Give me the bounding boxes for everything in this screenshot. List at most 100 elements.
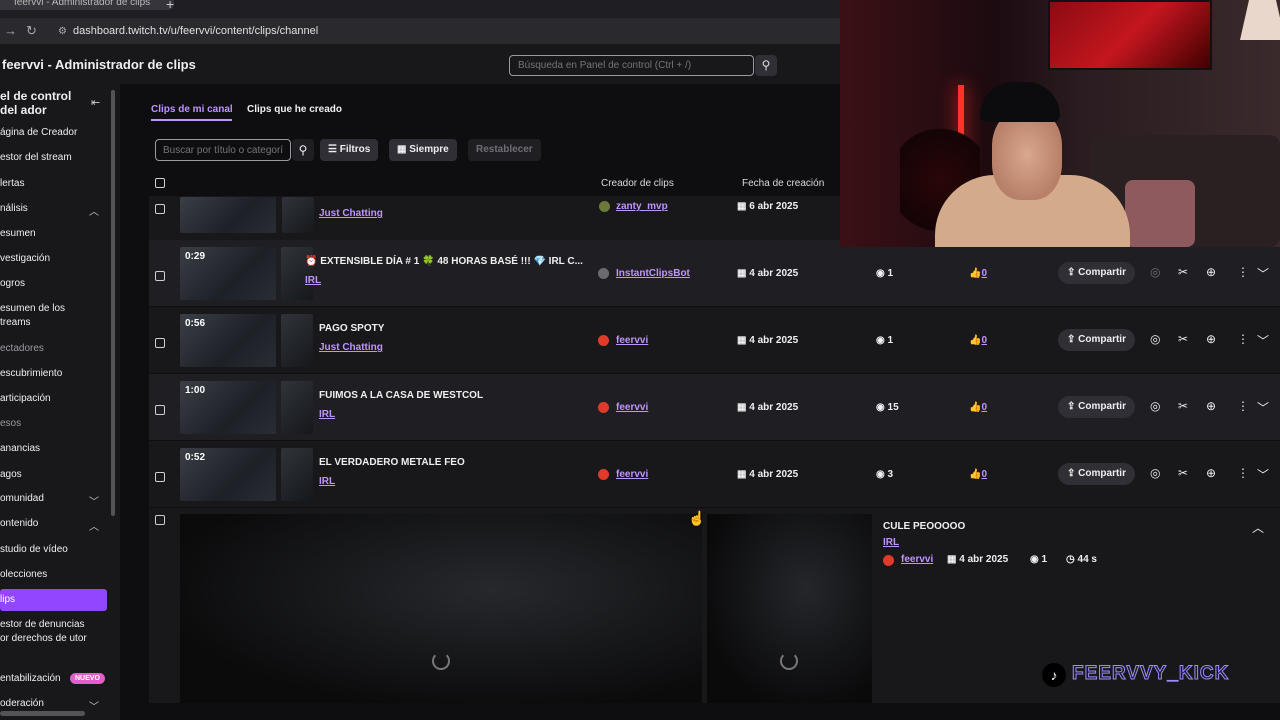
row-checkbox[interactable] bbox=[155, 204, 165, 214]
row-checkbox[interactable] bbox=[155, 405, 165, 415]
add-circle-icon[interactable]: ⊕ bbox=[1206, 399, 1216, 413]
forward-icon[interactable]: → bbox=[4, 23, 17, 38]
reset-button[interactable]: Restablecer bbox=[468, 139, 541, 161]
clip-category-link[interactable]: Just Chatting bbox=[319, 208, 383, 219]
add-circle-icon[interactable]: ⊕ bbox=[1206, 265, 1216, 279]
clip-thumbnail-small[interactable] bbox=[281, 314, 313, 367]
more-options-icon[interactable]: ⋮ bbox=[1237, 466, 1249, 480]
expand-chevron-icon[interactable]: ﹀ bbox=[1257, 265, 1269, 282]
crosshair-icon[interactable]: ◎ bbox=[1150, 399, 1160, 413]
filter-search-button[interactable]: ⚲ bbox=[292, 139, 314, 161]
sidebar-item-stream-summary[interactable]: esumen de los treams bbox=[0, 302, 80, 330]
scissors-icon[interactable]: ✂ bbox=[1178, 466, 1188, 480]
chevron-up-icon[interactable]: ︿ bbox=[89, 518, 99, 533]
scissors-icon[interactable]: ✂ bbox=[1178, 332, 1188, 346]
sidebar-item-collections[interactable]: olecciones bbox=[0, 568, 105, 582]
creator-link[interactable]: InstantClipsBot bbox=[616, 268, 690, 279]
share-button[interactable]: ⇪ Compartir bbox=[1058, 329, 1135, 351]
scissors-icon[interactable]: ✂ bbox=[1178, 399, 1188, 413]
column-header-creator[interactable]: Creador de clips bbox=[601, 178, 674, 189]
sidebar-item-earnings[interactable]: anancias bbox=[0, 442, 105, 456]
clip-likes[interactable]: 👍 0 bbox=[969, 469, 987, 480]
more-options-icon[interactable]: ⋮ bbox=[1237, 399, 1249, 413]
clip-category-link[interactable]: Just Chatting bbox=[319, 342, 383, 353]
dashboard-search-input[interactable] bbox=[509, 55, 754, 76]
add-circle-icon[interactable]: ⊕ bbox=[1206, 466, 1216, 480]
sidebar-item-stream-manager[interactable]: estor del stream bbox=[0, 151, 105, 165]
clip-category-link[interactable]: IRL bbox=[305, 275, 321, 286]
expanded-creator-link[interactable]: feervvi bbox=[901, 554, 933, 565]
sidebar-item-clips[interactable]: lips bbox=[0, 589, 107, 611]
creator-link[interactable]: feervvi bbox=[616, 469, 648, 480]
clip-likes[interactable]: 👍 0 bbox=[969, 402, 987, 413]
sidebar-horizontal-scrollbar[interactable] bbox=[0, 711, 85, 716]
reload-icon[interactable]: ↻ bbox=[26, 23, 37, 39]
clip-vertical-preview[interactable] bbox=[707, 514, 872, 703]
row-checkbox[interactable] bbox=[155, 338, 165, 348]
sidebar-item-discovery[interactable]: escubrimiento bbox=[0, 367, 105, 381]
more-options-icon[interactable]: ⋮ bbox=[1237, 332, 1249, 346]
sidebar-item-video-studio[interactable]: studio de vídeo bbox=[0, 543, 105, 557]
creator-link[interactable]: feervvi bbox=[616, 335, 648, 346]
clip-title[interactable]: FUIMOS A LA CASA DE WESTCOL bbox=[319, 390, 483, 401]
site-info-icon[interactable]: ⚙ bbox=[58, 26, 67, 37]
more-options-icon[interactable]: ⋮ bbox=[1237, 265, 1249, 279]
new-tab-icon[interactable]: + bbox=[166, 0, 174, 12]
share-button[interactable]: ⇪ Compartir bbox=[1058, 396, 1135, 418]
sidebar-item-creator-page[interactable]: ágina de Creador bbox=[0, 126, 105, 140]
share-button[interactable]: ⇪ Compartir bbox=[1058, 262, 1135, 284]
clip-likes[interactable]: 👍 0 bbox=[969, 335, 987, 346]
expand-chevron-icon[interactable]: ﹀ bbox=[1257, 332, 1269, 349]
add-circle-icon[interactable]: ⊕ bbox=[1206, 332, 1216, 346]
sidebar-item-achievements[interactable]: ogros bbox=[0, 277, 105, 291]
clip-category-link[interactable]: IRL bbox=[319, 409, 335, 420]
browser-tab[interactable]: feervvi - Administrador de clips bbox=[0, 0, 174, 10]
sidebar-scrollbar[interactable] bbox=[111, 90, 115, 516]
collapse-chevron-icon[interactable]: ︿ bbox=[1252, 519, 1264, 536]
clip-thumbnail-small[interactable] bbox=[281, 247, 313, 300]
clip-thumbnail-small[interactable] bbox=[281, 448, 313, 501]
clip-category-link[interactable]: IRL bbox=[319, 476, 335, 487]
crosshair-icon[interactable]: ◎ bbox=[1150, 332, 1160, 346]
tab-clips-i-created[interactable]: Clips que he creado bbox=[247, 104, 342, 115]
sidebar-item-copyright-claims[interactable]: estor de denuncias or derechos de utor bbox=[0, 618, 92, 646]
select-all-checkbox[interactable] bbox=[155, 178, 165, 188]
clip-thumbnail-small[interactable] bbox=[281, 381, 313, 434]
period-button[interactable]: ▦ Siempre bbox=[389, 139, 457, 161]
clip-thumbnail-small[interactable] bbox=[282, 197, 314, 233]
share-button[interactable]: ⇪ Compartir bbox=[1058, 463, 1135, 485]
sidebar-item-alerts[interactable]: lertas bbox=[0, 177, 105, 191]
clip-title[interactable]: EL VERDADERO METALE FEO bbox=[319, 457, 465, 468]
row-checkbox[interactable] bbox=[155, 271, 165, 281]
clip-date: ▦ 4 abr 2025 bbox=[737, 268, 798, 279]
crosshair-icon[interactable]: ◎ bbox=[1150, 466, 1160, 480]
chevron-up-icon[interactable]: ︿ bbox=[89, 203, 99, 218]
collapse-sidebar-icon[interactable]: ⇤ bbox=[91, 96, 100, 109]
clip-likes[interactable]: 👍 0 bbox=[969, 268, 987, 279]
column-header-date[interactable]: Fecha de creación bbox=[742, 178, 824, 189]
chevron-down-icon[interactable]: ﹀ bbox=[89, 493, 99, 508]
clip-filter-input[interactable] bbox=[155, 139, 291, 161]
scissors-icon[interactable]: ✂ bbox=[1178, 265, 1188, 279]
url-field[interactable]: ⚙ dashboard.twitch.tv/u/feervvi/content/c… bbox=[58, 22, 838, 40]
clip-title[interactable]: ⏰ EXTENSIBLE DÍA # 1 🍀 48 HORAS BASÉ !!!… bbox=[305, 256, 583, 267]
sidebar-item-payments[interactable]: agos bbox=[0, 468, 105, 482]
sidebar-item-summary[interactable]: esumen bbox=[0, 227, 105, 241]
creator-link[interactable]: feervvi bbox=[616, 402, 648, 413]
tab-my-channel-clips[interactable]: Clips de mi canal bbox=[151, 104, 233, 115]
clip-thumbnail[interactable] bbox=[180, 197, 276, 233]
chevron-down-icon[interactable]: ﹀ bbox=[89, 698, 99, 713]
row-checkbox[interactable] bbox=[155, 515, 165, 525]
creator-link[interactable]: zanty_mvp bbox=[616, 201, 668, 212]
expand-chevron-icon[interactable]: ﹀ bbox=[1257, 466, 1269, 483]
search-button[interactable]: ⚲ bbox=[755, 55, 777, 76]
expanded-clip-category[interactable]: IRL bbox=[883, 537, 899, 548]
clip-title[interactable]: PAGO SPOTY bbox=[319, 323, 384, 334]
clip-video-preview[interactable] bbox=[180, 514, 702, 703]
crosshair-icon[interactable]: ◎ bbox=[1150, 265, 1160, 279]
sidebar-item-engagement[interactable]: articipación bbox=[0, 392, 105, 406]
sidebar-item-research[interactable]: vestigación bbox=[0, 252, 105, 266]
row-checkbox[interactable] bbox=[155, 472, 165, 482]
filters-button[interactable]: ☰ Filtros bbox=[320, 139, 379, 161]
expand-chevron-icon[interactable]: ﹀ bbox=[1257, 399, 1269, 416]
